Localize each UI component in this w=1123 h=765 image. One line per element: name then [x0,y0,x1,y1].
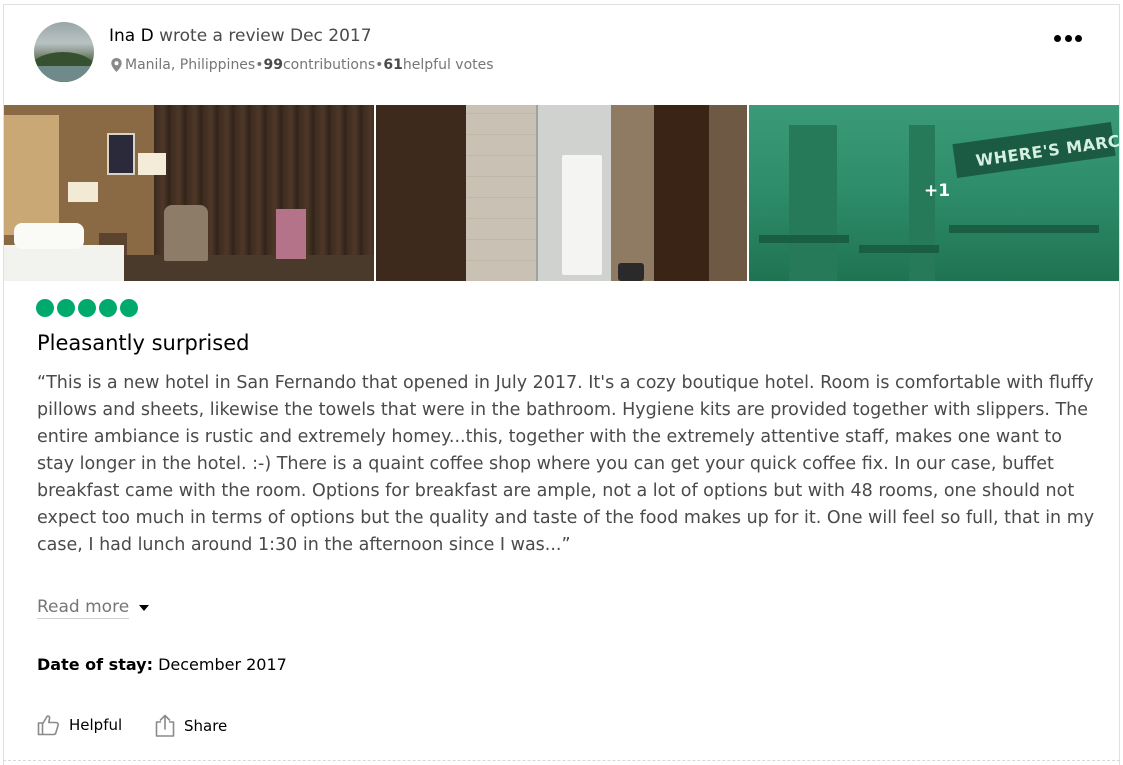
helpful-button[interactable]: Helpful [37,714,122,736]
date-of-stay-label: Date of stay: [37,655,153,674]
meta-separator: • [255,57,264,73]
helpful-label[interactable]: Helpful [69,716,122,734]
review-action-text: wrote a review Dec 2017 [153,26,372,46]
meta-separator: • [375,57,384,73]
more-photos-count: +1 [924,181,951,201]
helpful-votes-label: helpful votes [402,57,494,73]
share-label[interactable]: Share [184,717,227,735]
reviewer-line: Ina D wrote a review Dec 2017 [109,26,372,46]
review-photo-room[interactable] [4,105,374,281]
review-title[interactable]: Pleasantly surprised [37,331,249,355]
read-more-label[interactable]: Read more [37,597,130,619]
read-more-button[interactable]: Read more [37,597,150,619]
more-options-icon[interactable] [1050,30,1086,46]
rating-bubbles [36,299,138,317]
reviewer-meta: Manila, Philippines • 99 contributions •… [111,57,494,73]
date-of-stay: Date of stay: December 2017 [37,655,287,674]
review-photo-bathroom[interactable] [376,105,747,281]
share-icon[interactable] [154,714,176,738]
map-pin-icon [111,58,122,72]
rating-bubble [99,299,117,317]
reviewer-location: Manila, Philippines [125,57,256,73]
date-of-stay-value: December 2017 [152,655,287,674]
helpful-votes-count: 61 [383,57,403,73]
rating-bubble [120,299,138,317]
caret-down-icon[interactable] [139,605,150,611]
review-text: “This is a new hotel in San Fernando tha… [37,373,1095,555]
contributions-count: 99 [263,57,283,73]
contributions-label: contributions [282,57,376,73]
reviewer-name[interactable]: Ina D [109,26,154,46]
rating-bubble [78,299,96,317]
avatar[interactable] [34,22,94,82]
review-photo-more[interactable]: WHERE'S MARCEL? +1 [749,105,1119,281]
rating-bubble [57,299,75,317]
share-button[interactable]: Share [154,714,227,738]
divider [3,760,1120,761]
thumbs-up-icon[interactable] [37,714,61,736]
rating-bubble [36,299,54,317]
